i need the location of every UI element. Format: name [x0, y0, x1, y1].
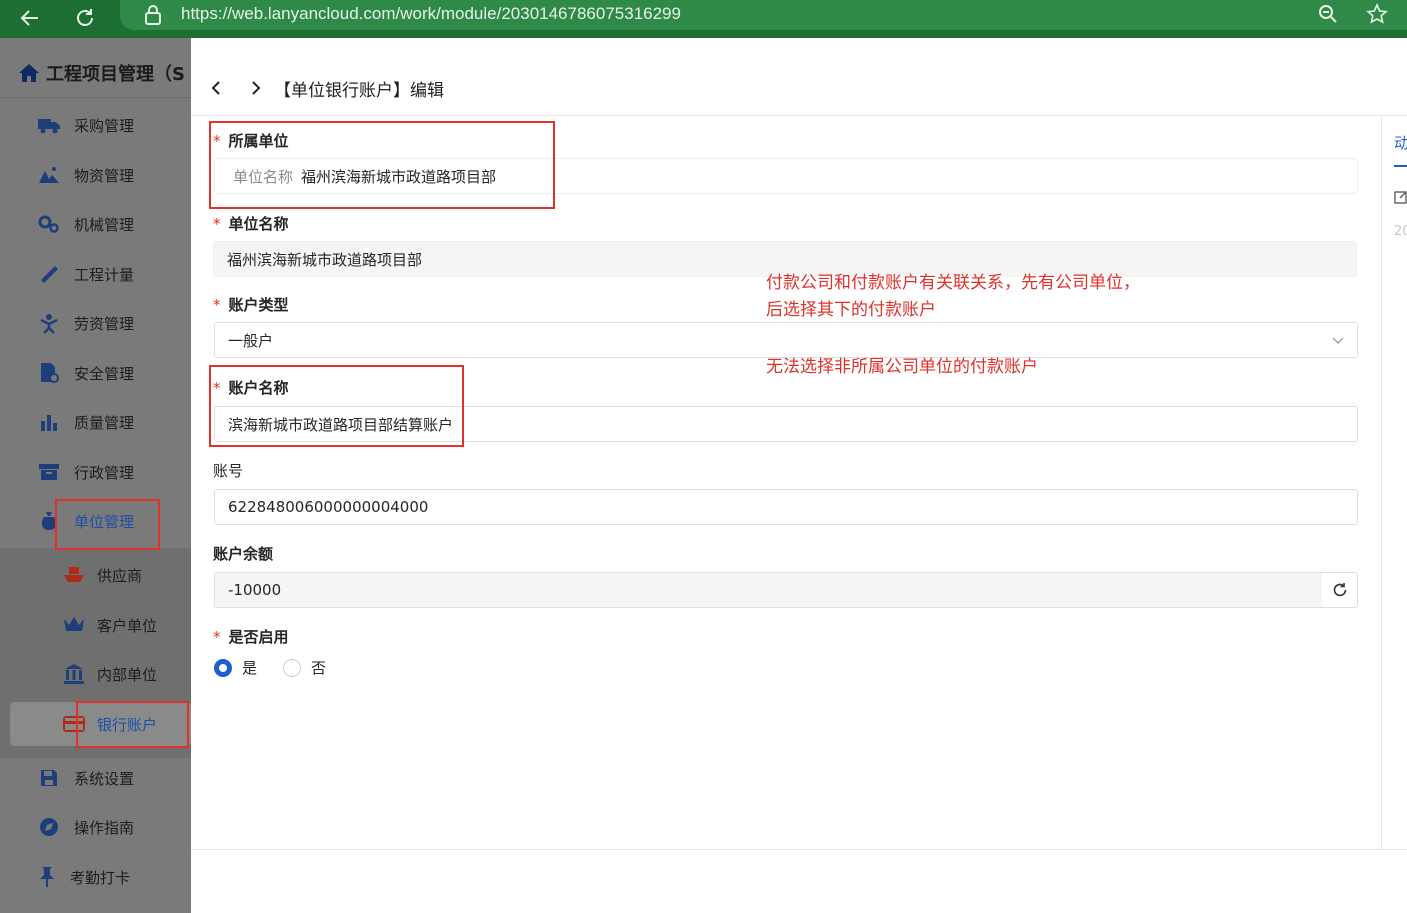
required-mark: *: [213, 215, 221, 233]
truck-icon: [37, 113, 61, 137]
lock-icon[interactable]: [143, 3, 163, 31]
required-mark: *: [213, 296, 221, 314]
sidebar-item-label: 供应商: [97, 566, 143, 585]
sidebar-item-quality[interactable]: 质量管理: [0, 400, 191, 444]
archive-icon: [37, 460, 61, 484]
chevron-down-icon: [1331, 333, 1345, 351]
activity-year: 20: [1394, 224, 1407, 239]
app-title[interactable]: 工程项目管理（S: [18, 60, 185, 86]
save-icon: [37, 766, 61, 790]
sidebar-item-label: 系统设置: [74, 769, 135, 788]
star-icon[interactable]: [1366, 3, 1388, 29]
sidebar-item-label: 工程计量: [74, 265, 135, 284]
browser-toolbar: https://web.lanyancloud.com/work/module/…: [0, 0, 1407, 38]
edit-icon[interactable]: [1394, 190, 1407, 208]
activity-side-panel: 动 20: [1381, 117, 1407, 849]
drawer-footer-divider: [191, 849, 1407, 850]
sidebar-item-label: 安全管理: [74, 364, 135, 383]
account-no-label: 账号: [213, 462, 244, 480]
sidebar-item-label: 机械管理: [74, 215, 135, 234]
unit-name-value: 福州滨海新城市政道路项目部: [227, 250, 423, 269]
sidebar-item-label: 操作指南: [74, 818, 135, 837]
pin-icon: [35, 865, 59, 889]
annotation-box-owner-unit: [209, 121, 555, 209]
radio-yes-label[interactable]: 是: [242, 657, 257, 678]
sidebar-divider: [0, 97, 191, 98]
crown-icon: [62, 613, 86, 637]
zoom-icon[interactable]: [1317, 3, 1339, 29]
activity-tab[interactable]: 动: [1394, 132, 1407, 153]
ruler-icon: [37, 262, 61, 286]
unit-name-label: * 单位名称: [213, 215, 289, 233]
ship-icon: [62, 563, 86, 587]
building-icon: [62, 662, 86, 686]
enabled-radio-group: 是 否: [214, 657, 352, 678]
annotation-note-1: 付款公司和付款账户有关联关系，先有公司单位，: [766, 273, 1140, 293]
refresh-icon: [1333, 583, 1346, 597]
sidebar-item-labor[interactable]: 劳资管理: [0, 301, 191, 345]
chevron-left-icon[interactable]: [206, 78, 226, 98]
compass-icon: [37, 815, 61, 839]
reload-icon[interactable]: [70, 3, 100, 33]
sidebar-item-label: 质量管理: [74, 413, 135, 432]
enabled-label: * 是否启用: [213, 628, 289, 646]
sidebar-item-label: 客户单位: [97, 616, 158, 635]
drawer-title: 【单位银行账户】编辑: [274, 81, 444, 101]
annotation-box-bank-menu: [76, 701, 189, 748]
annotation-note-2: 后选择其下的付款账户: [766, 300, 936, 320]
sidebar-item-safety[interactable]: 安全管理: [0, 351, 191, 395]
account-type-label: * 账户类型: [213, 296, 289, 314]
url-text[interactable]: https://web.lanyancloud.com/work/module/…: [181, 4, 681, 24]
sidebar-subitem-internal[interactable]: 内部单位: [0, 652, 191, 696]
chevron-right-icon[interactable]: [246, 78, 266, 98]
sidebar-subitem-supplier[interactable]: 供应商: [0, 553, 191, 597]
sidebar-item-label: 劳资管理: [74, 314, 135, 333]
radio-no[interactable]: [283, 658, 302, 677]
refresh-balance-button[interactable]: [1322, 572, 1358, 608]
required-mark: *: [213, 628, 221, 646]
sidebar-item-attendance[interactable]: 考勤打卡: [0, 855, 191, 899]
account-no-value: 622848006000000004000: [228, 498, 429, 516]
radio-no-label[interactable]: 否: [311, 657, 326, 678]
app-title-text: 工程项目管理（S: [46, 64, 185, 85]
account-type-select[interactable]: 一般户: [214, 322, 1358, 358]
account-type-value: 一般户: [228, 331, 274, 350]
sidebar-item-label: 内部单位: [97, 665, 158, 684]
sidebar-item-purchase[interactable]: 采购管理: [0, 103, 191, 147]
sidebar-item-guide[interactable]: 操作指南: [0, 805, 191, 849]
sidebar-item-settings[interactable]: 系统设置: [0, 756, 191, 800]
sidebar-item-materials[interactable]: 物资管理: [0, 153, 191, 197]
balance-value: -10000: [228, 581, 282, 599]
balance-label: 账户余额: [213, 545, 274, 563]
sidebar-subitem-customer[interactable]: 客户单位: [0, 603, 191, 647]
sidebar-item-admin[interactable]: 行政管理: [0, 450, 191, 494]
back-arrow-icon[interactable]: [15, 3, 45, 33]
sidebar-item-label: 行政管理: [74, 463, 135, 482]
annotation-box-account-name: [209, 365, 464, 447]
sidebar-item-measurement[interactable]: 工程计量: [0, 252, 191, 296]
sidebar-item-label: 采购管理: [74, 116, 135, 135]
radio-yes[interactable]: [214, 658, 232, 677]
sidebar-item-label: 考勤打卡: [70, 868, 131, 887]
annotation-box-unit-menu: [55, 499, 160, 550]
account-no-input[interactable]: 622848006000000004000: [214, 489, 1358, 525]
sidebar-item-label: 物资管理: [74, 166, 135, 185]
gears-icon: [37, 212, 61, 236]
home-icon: [19, 64, 39, 82]
sidebar: 工程项目管理（S 采购管理 物资管理 机械管理 工程计量 劳资管理 安全管理 质…: [0, 38, 191, 913]
drawer-header: 【单位银行账户】编辑: [191, 60, 1407, 116]
activity-tab-underline: [1394, 165, 1407, 167]
sidebar-item-machinery[interactable]: 机械管理: [0, 202, 191, 246]
worker-icon: [37, 311, 61, 335]
bar-chart-icon: [37, 410, 61, 434]
annotation-note-3: 无法选择非所属公司单位的付款账户: [766, 357, 1038, 377]
balance-field[interactable]: -10000: [214, 572, 1323, 608]
file-shield-icon: [37, 361, 61, 385]
boxes-icon: [37, 163, 61, 187]
